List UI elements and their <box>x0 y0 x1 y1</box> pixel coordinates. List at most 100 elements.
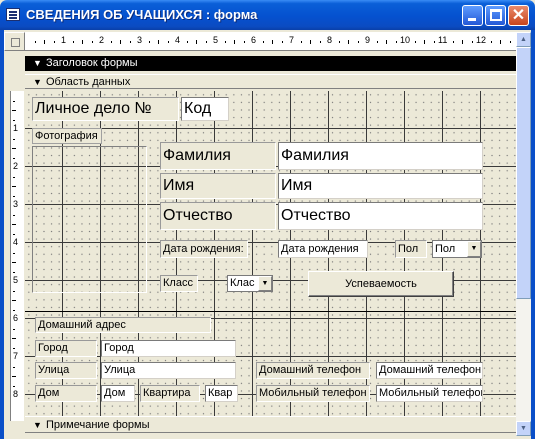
form-icon[interactable] <box>6 8 20 21</box>
city-label[interactable]: Город <box>35 340 97 357</box>
close-icon: ✕ <box>511 7 526 24</box>
form-selector[interactable] <box>4 32 25 51</box>
ruler-tick <box>281 41 283 43</box>
ruler-tick <box>471 41 473 43</box>
street-field[interactable]: Улица <box>101 362 236 379</box>
vertical-scrollbar[interactable]: ▲ ▼ <box>516 32 531 436</box>
personal-file-label[interactable]: Личное дело № <box>32 97 179 121</box>
ruler-number: 2 <box>99 35 105 45</box>
close-button[interactable]: ✕ <box>508 5 529 26</box>
birth-date-field[interactable]: Дата рождения <box>278 240 368 258</box>
ruler-number: 6 <box>13 313 19 323</box>
ruler-tick <box>13 100 15 102</box>
name-label[interactable]: Имя <box>160 173 276 199</box>
home-phone-field[interactable]: Домашний телефон <box>376 362 483 379</box>
class-combo[interactable]: Клас ▼ <box>227 275 273 292</box>
section-form-footer-label: Примечание формы <box>46 419 150 431</box>
ruler-number: 11 <box>438 35 448 45</box>
chevron-down-icon[interactable]: ▼ <box>258 276 272 291</box>
ruler-tick <box>13 138 15 140</box>
minimize-button[interactable] <box>462 5 483 26</box>
title-bar: СВЕДЕНИЯ ОБ УЧАЩИХСЯ : форма ✕ <box>0 0 535 30</box>
section-arrow-icon: ▼ <box>33 77 42 87</box>
ruler-number: 7 <box>289 35 295 45</box>
detail-divider <box>25 311 516 312</box>
ruler-tick <box>13 271 15 273</box>
surname-field[interactable]: Фамилия <box>278 142 483 170</box>
ruler-tick <box>500 40 501 44</box>
class-label[interactable]: Класс <box>160 275 198 292</box>
gender-label[interactable]: Пол <box>395 240 427 258</box>
photo-frame[interactable] <box>32 146 147 293</box>
scroll-thumb[interactable] <box>516 47 531 299</box>
ruler-tick <box>12 300 16 301</box>
patronymic-label[interactable]: Отчество <box>160 202 276 230</box>
ruler-number: 12 <box>476 35 487 45</box>
home-address-label[interactable]: Домашний адрес <box>35 317 211 333</box>
name-field[interactable]: Имя <box>278 173 483 199</box>
ruler-tick <box>262 41 264 43</box>
ruler-number: 6 <box>251 35 257 45</box>
ruler-tick <box>13 328 15 330</box>
ruler-tick <box>376 41 378 43</box>
vertical-ruler[interactable]: 1 2 3 4 5 6 7 8 <box>4 51 25 436</box>
performance-button[interactable]: Успеваемость <box>308 271 454 297</box>
ruler-tick <box>433 41 435 43</box>
house-label[interactable]: Дом <box>35 385 97 402</box>
section-form-header[interactable]: ▼ Заголовок формы <box>25 56 516 71</box>
ruler-tick <box>234 40 235 44</box>
ruler-tick <box>129 41 131 43</box>
apartment-label[interactable]: Квартира <box>140 385 200 402</box>
gender-combo-value: Пол <box>435 243 456 255</box>
ruler-tick <box>357 41 359 43</box>
section-detail-label: Область данных <box>46 76 131 88</box>
ruler-tick <box>13 309 15 311</box>
personal-file-field[interactable]: Код <box>181 97 229 121</box>
ruler-tick <box>72 41 74 43</box>
ruler-number: 3 <box>137 35 143 45</box>
horizontal-ruler[interactable]: 1 2 3 4 5 6 7 8 9 10 11 12 <box>25 32 516 51</box>
surname-label[interactable]: Фамилия <box>160 142 276 170</box>
ruler-tick <box>12 186 16 187</box>
ruler-tick <box>186 41 188 43</box>
ruler-number: 8 <box>13 389 19 399</box>
ruler-tick <box>13 157 15 159</box>
scroll-down-icon[interactable]: ▼ <box>516 421 531 436</box>
ruler-tick <box>310 40 311 44</box>
apartment-field[interactable]: Квар <box>205 385 238 402</box>
street-label[interactable]: Улица <box>35 362 97 379</box>
ruler-tick <box>224 41 226 43</box>
ruler-number: 3 <box>13 199 19 209</box>
ruler-tick <box>300 41 302 43</box>
maximize-icon <box>490 9 502 21</box>
city-field[interactable]: Город <box>101 340 236 357</box>
photo-label[interactable]: Фотография <box>32 128 102 144</box>
ruler-tick <box>13 290 15 292</box>
maximize-button[interactable] <box>485 5 506 26</box>
birth-date-label[interactable]: Дата рождения: <box>160 240 248 258</box>
ruler-tick <box>12 376 16 377</box>
home-phone-label[interactable]: Домашний телефон <box>256 362 370 379</box>
patronymic-field[interactable]: Отчество <box>278 202 483 230</box>
ruler-tick <box>13 366 15 368</box>
ruler-tick <box>462 40 463 44</box>
house-field[interactable]: Дом <box>101 385 135 402</box>
ruler-tick <box>13 119 15 121</box>
gender-combo[interactable]: Пол ▼ <box>432 240 482 258</box>
ruler-tick <box>12 224 16 225</box>
section-detail[interactable]: ▼ Область данных <box>25 74 516 89</box>
ruler-tick <box>53 41 55 43</box>
ruler-tick <box>110 41 112 43</box>
section-form-footer[interactable]: ▼ Примечание формы <box>25 416 516 433</box>
scroll-up-icon[interactable]: ▲ <box>516 32 531 47</box>
chevron-down-icon[interactable]: ▼ <box>467 241 481 257</box>
ruler-tick <box>424 40 425 44</box>
mobile-phone-field[interactable]: Мобильный телефон <box>376 385 483 402</box>
ruler-tick <box>44 40 45 44</box>
ruler-number: 7 <box>13 351 19 361</box>
ruler-number: 4 <box>13 237 19 247</box>
ruler-tick <box>338 41 340 43</box>
ruler-tick <box>272 40 273 44</box>
mobile-phone-label[interactable]: Мобильный телефон <box>256 385 370 402</box>
ruler-number: 1 <box>61 35 67 45</box>
